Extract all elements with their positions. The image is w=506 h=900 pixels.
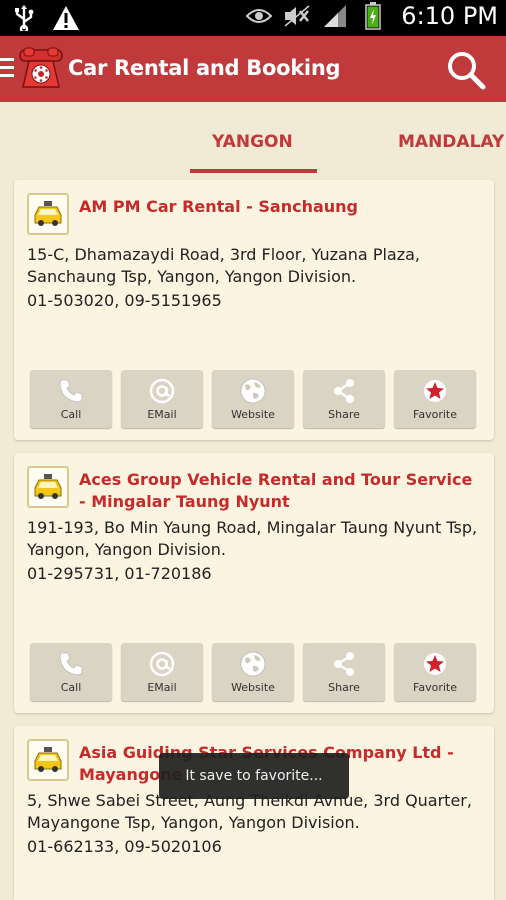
star-icon (421, 650, 449, 678)
taxi-icon (27, 193, 69, 235)
listing-phone: 01-295731, 01-720186 (27, 564, 212, 583)
status-bar: 6:10 PM (0, 0, 506, 36)
share-icon (330, 650, 358, 678)
signal-icon (321, 2, 349, 30)
website-label: Website (231, 681, 275, 694)
favorite-label: Favorite (413, 681, 457, 694)
telephone-icon[interactable] (17, 45, 65, 93)
status-time: 6:10 PM (401, 2, 498, 30)
share-label: Share (328, 681, 360, 694)
warning-icon (52, 4, 80, 32)
listing-name[interactable]: AM PM Car Rental - Sanchaung (79, 196, 479, 218)
usb-icon (10, 4, 38, 32)
phone-icon (57, 377, 85, 405)
favorite-button[interactable]: Favorite (394, 643, 476, 701)
listing-phone: 01-503020, 09-5151965 (27, 291, 222, 310)
email-button[interactable]: EMail (121, 643, 203, 701)
tab-yangon[interactable]: YANGON (212, 132, 293, 152)
action-buttons: Call EMail Website Share Favorite (30, 643, 478, 703)
share-button[interactable]: Share (303, 643, 385, 701)
globe-icon (239, 650, 267, 678)
globe-icon (239, 377, 267, 405)
call-label: Call (60, 408, 82, 421)
eye-icon (245, 2, 273, 30)
email-label: EMail (147, 681, 177, 694)
at-sign-icon (148, 377, 176, 405)
listing-card[interactable]: Aces Group Vehicle Rental and Tour Servi… (14, 453, 494, 713)
menu-icon[interactable] (0, 58, 14, 80)
favorite-label: Favorite (413, 408, 457, 421)
listing-name[interactable]: Aces Group Vehicle Rental and Tour Servi… (79, 469, 479, 513)
call-button[interactable]: Call (30, 643, 112, 701)
app-title: Car Rental and Booking (68, 56, 341, 80)
share-label: Share (328, 408, 360, 421)
email-button[interactable]: EMail (121, 370, 203, 428)
listing-address: 191-193, Bo Min Yaung Road, Mingalar Tau… (27, 518, 478, 559)
star-icon (421, 377, 449, 405)
website-button[interactable]: Website (212, 370, 294, 428)
share-button[interactable]: Share (303, 370, 385, 428)
favorite-button[interactable]: Favorite (394, 370, 476, 428)
taxi-icon (27, 466, 69, 508)
tab-mandalay[interactable]: MANDALAY (398, 132, 504, 152)
at-sign-icon (148, 650, 176, 678)
website-label: Website (231, 408, 275, 421)
website-button[interactable]: Website (212, 643, 294, 701)
battery-icon (359, 2, 387, 30)
share-icon (330, 377, 358, 405)
tab-indicator (190, 169, 317, 173)
toast-message: It save to favorite... (159, 753, 349, 799)
listing-address: 15-C, Dhamazaydi Road, 3rd Floor, Yuzana… (27, 245, 421, 286)
action-bar: Car Rental and Booking (0, 36, 506, 102)
taxi-icon (27, 739, 69, 781)
tab-bar: YANGON MANDALAY (0, 102, 506, 174)
search-icon[interactable] (444, 48, 488, 92)
mute-icon (283, 2, 311, 30)
action-buttons: Call EMail Website Share Favorite (30, 370, 478, 430)
call-button[interactable]: Call (30, 370, 112, 428)
listing-phone: 01-662133, 09-5020106 (27, 837, 222, 856)
email-label: EMail (147, 408, 177, 421)
listing-card[interactable]: AM PM Car Rental - Sanchaung 15-C, Dhama… (14, 180, 494, 440)
call-label: Call (60, 681, 82, 694)
phone-icon (57, 650, 85, 678)
